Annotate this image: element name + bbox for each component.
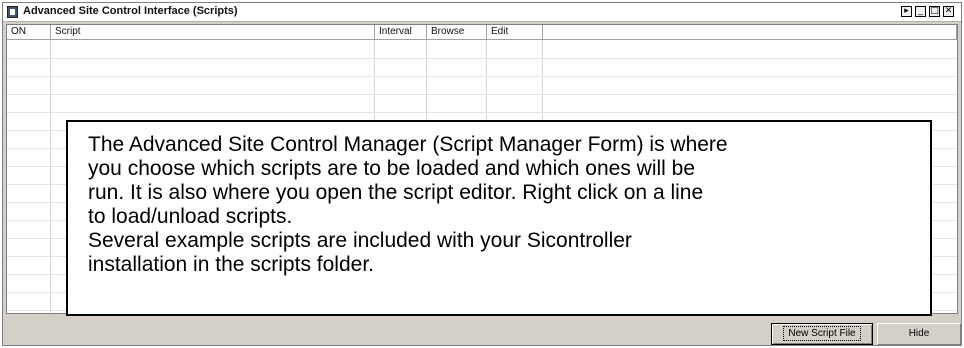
- column-header-edit[interactable]: Edit: [487, 25, 543, 40]
- table-row[interactable]: [7, 112, 957, 113]
- minimize-button[interactable]: _: [915, 6, 926, 17]
- title-bar[interactable]: Advanced Site Control Interface (Scripts…: [3, 3, 961, 22]
- callout-line: installation in the scripts folder.: [88, 253, 374, 276]
- table-row[interactable]: [7, 58, 957, 59]
- callout-line: you choose which scripts are to be loade…: [88, 157, 696, 180]
- hide-button[interactable]: Hide: [877, 323, 961, 345]
- annotation-callout: The Advanced Site Control Manager (Scrip…: [66, 120, 932, 316]
- table-row[interactable]: [7, 76, 957, 77]
- column-header-on[interactable]: ON: [7, 25, 51, 40]
- new-script-file-label: New Script File: [783, 326, 861, 341]
- column-divider: [50, 40, 51, 313]
- maximize-button[interactable]: □: [929, 6, 940, 17]
- column-header-interval[interactable]: Interval: [375, 25, 427, 40]
- column-header-blank: [543, 25, 957, 40]
- new-script-file-button[interactable]: New Script File: [771, 323, 873, 345]
- callout-line: run. It is also where you open the scrip…: [88, 181, 704, 204]
- arrow-right-icon[interactable]: ▸: [901, 6, 912, 17]
- callout-line: to load/unload scripts.: [88, 205, 293, 228]
- callout-line: The Advanced Site Control Manager (Scrip…: [88, 133, 728, 156]
- callout-line: Several example scripts are included wit…: [88, 229, 632, 252]
- column-header-browse[interactable]: Browse: [427, 25, 487, 40]
- close-button[interactable]: ✕: [943, 6, 954, 17]
- app-window-icon: [7, 6, 18, 18]
- window-title: Advanced Site Control Interface (Scripts…: [23, 5, 238, 17]
- table-row[interactable]: [7, 94, 957, 95]
- column-header-script[interactable]: Script: [51, 25, 375, 40]
